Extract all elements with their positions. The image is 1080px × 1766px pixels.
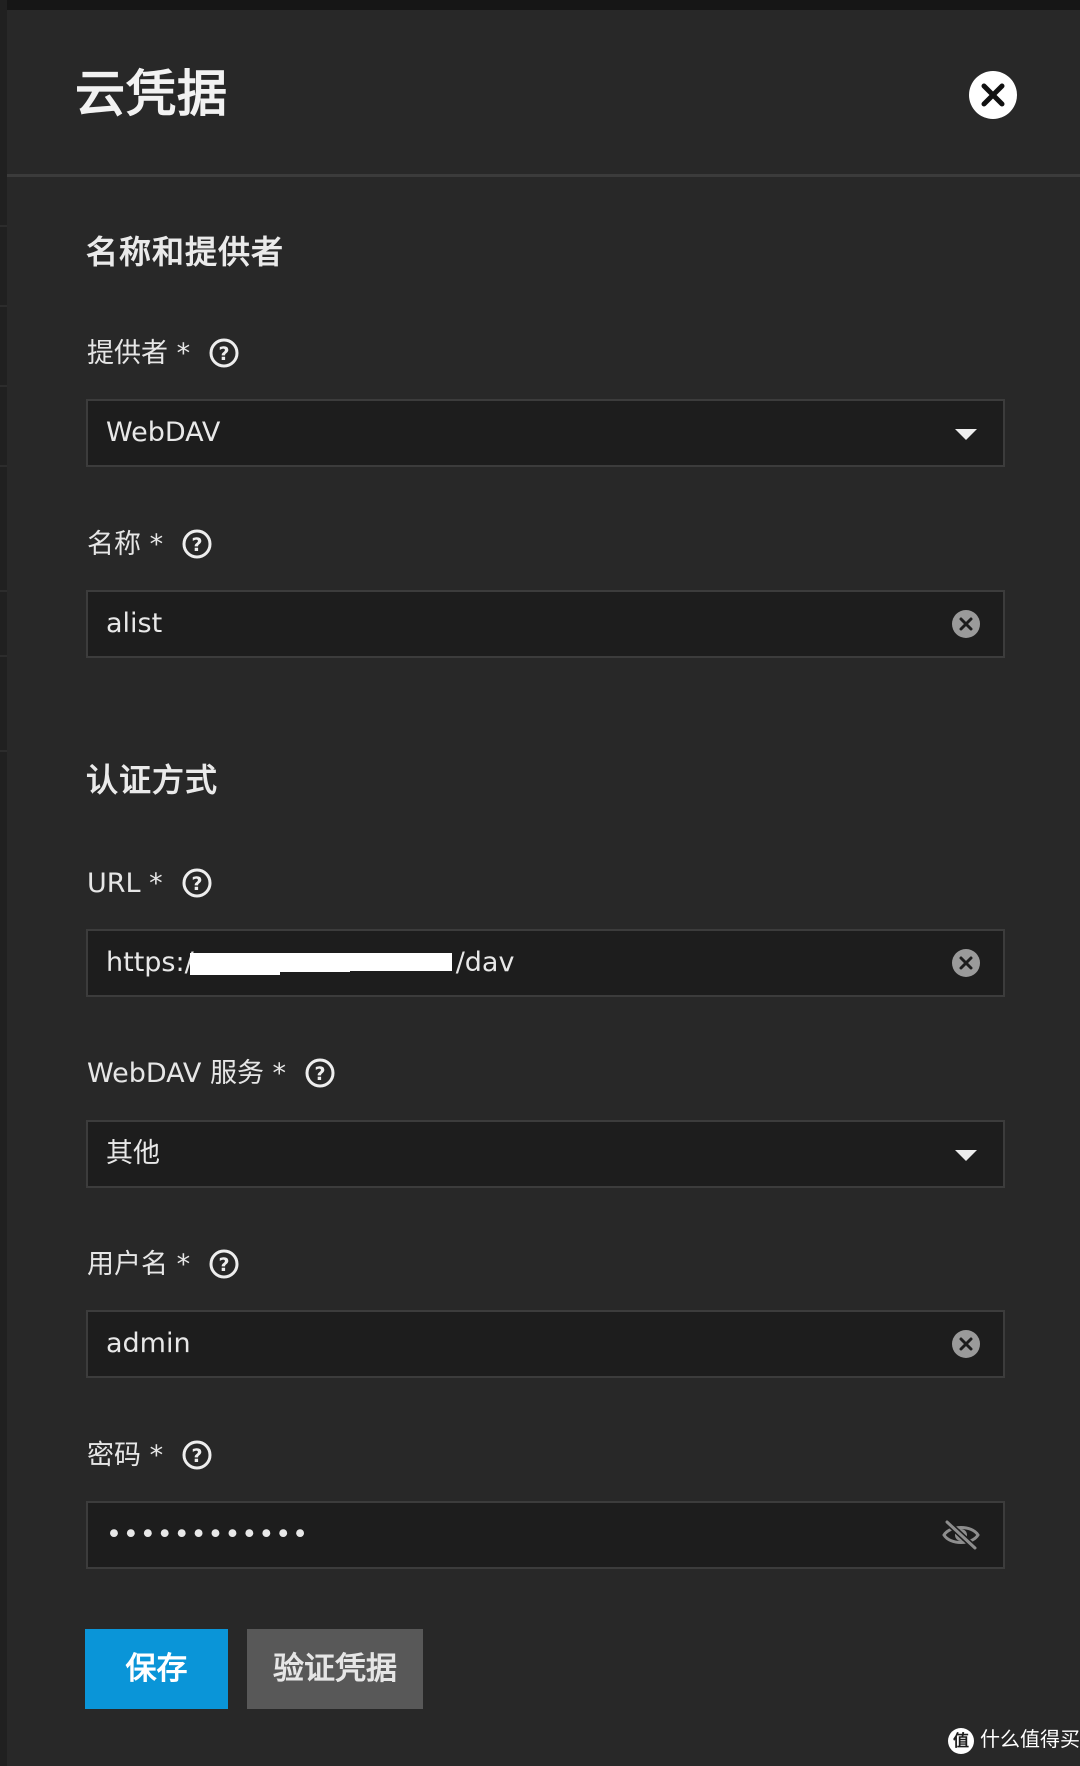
chevron-down-icon bbox=[955, 1150, 977, 1161]
dialog-header: 云凭据 bbox=[7, 10, 1080, 177]
url-value-suffix: /dav bbox=[455, 947, 515, 978]
help-icon[interactable]: ? bbox=[208, 1248, 240, 1280]
url-input[interactable]: https:/ /dav bbox=[86, 929, 1005, 997]
clear-icon[interactable] bbox=[951, 609, 981, 639]
password-label: 密码 * ? bbox=[87, 1438, 213, 1474]
cloud-credentials-dialog: 云凭据 名称和提供者 提供者 * ? WebDAV 名称 * ? alist 认… bbox=[7, 10, 1080, 1766]
webdav-service-label-text: WebDAV 服务 * bbox=[87, 1058, 287, 1089]
chevron-down-icon bbox=[955, 429, 977, 440]
close-button[interactable] bbox=[969, 71, 1017, 119]
watermark-text: 什么值得买 bbox=[980, 1727, 1080, 1751]
watermark-logo-text: 值 bbox=[952, 1730, 969, 1750]
name-label: 名称 * ? bbox=[87, 527, 213, 563]
watermark: 值什么值得买 bbox=[948, 1723, 1080, 1755]
name-label-text: 名称 * bbox=[87, 529, 164, 560]
help-icon[interactable]: ? bbox=[304, 1057, 336, 1089]
backdrop-top-strip bbox=[0, 0, 1080, 10]
section-title-auth: 认证方式 bbox=[86, 761, 219, 799]
svg-text:?: ? bbox=[219, 1254, 230, 1276]
provider-label: 提供者 * ? bbox=[87, 336, 240, 372]
backdrop-left-edge bbox=[0, 0, 7, 1766]
webdav-service-select-value: 其他 bbox=[106, 1138, 160, 1169]
clear-icon[interactable] bbox=[951, 948, 981, 978]
help-icon[interactable]: ? bbox=[181, 1439, 213, 1471]
url-redaction-block bbox=[190, 969, 280, 975]
password-label-text: 密码 * bbox=[87, 1440, 164, 1471]
username-label: 用户名 * ? bbox=[87, 1247, 240, 1283]
name-input[interactable]: alist bbox=[86, 590, 1005, 658]
provider-label-text: 提供者 * bbox=[87, 338, 191, 369]
svg-text:?: ? bbox=[192, 534, 203, 556]
password-input[interactable]: •••••••••••• bbox=[86, 1501, 1005, 1569]
username-label-text: 用户名 * bbox=[87, 1249, 191, 1280]
provider-select-value: WebDAV bbox=[106, 417, 221, 448]
watermark-logo: 值 bbox=[948, 1727, 974, 1754]
help-icon[interactable]: ? bbox=[181, 867, 213, 899]
webdav-service-select[interactable]: 其他 bbox=[86, 1120, 1005, 1188]
webdav-service-label: WebDAV 服务 * ? bbox=[87, 1056, 336, 1092]
username-input-value: admin bbox=[106, 1328, 191, 1359]
svg-text:?: ? bbox=[191, 873, 202, 895]
dialog-title: 云凭据 bbox=[75, 65, 228, 123]
verify-credentials-button[interactable]: 验证凭据 bbox=[247, 1629, 423, 1709]
username-input[interactable]: admin bbox=[86, 1310, 1005, 1378]
svg-text:?: ? bbox=[192, 1445, 203, 1467]
url-label: URL * ? bbox=[87, 866, 213, 902]
name-input-value: alist bbox=[106, 608, 163, 639]
provider-select[interactable]: WebDAV bbox=[86, 399, 1005, 467]
help-icon[interactable]: ? bbox=[181, 528, 213, 560]
visibility-off-icon[interactable] bbox=[941, 1518, 981, 1552]
clear-icon[interactable] bbox=[951, 1329, 981, 1359]
url-value-prefix: https:/ bbox=[106, 947, 194, 978]
close-icon bbox=[981, 83, 1005, 107]
section-title-name-provider: 名称和提供者 bbox=[86, 233, 285, 271]
help-icon[interactable]: ? bbox=[208, 337, 240, 369]
svg-text:?: ? bbox=[315, 1063, 326, 1085]
svg-text:?: ? bbox=[219, 343, 230, 365]
password-input-value: •••••••••••• bbox=[106, 1519, 310, 1550]
save-button[interactable]: 保存 bbox=[85, 1629, 228, 1709]
url-label-text: URL * bbox=[87, 868, 163, 899]
url-redaction-block bbox=[280, 969, 350, 972]
